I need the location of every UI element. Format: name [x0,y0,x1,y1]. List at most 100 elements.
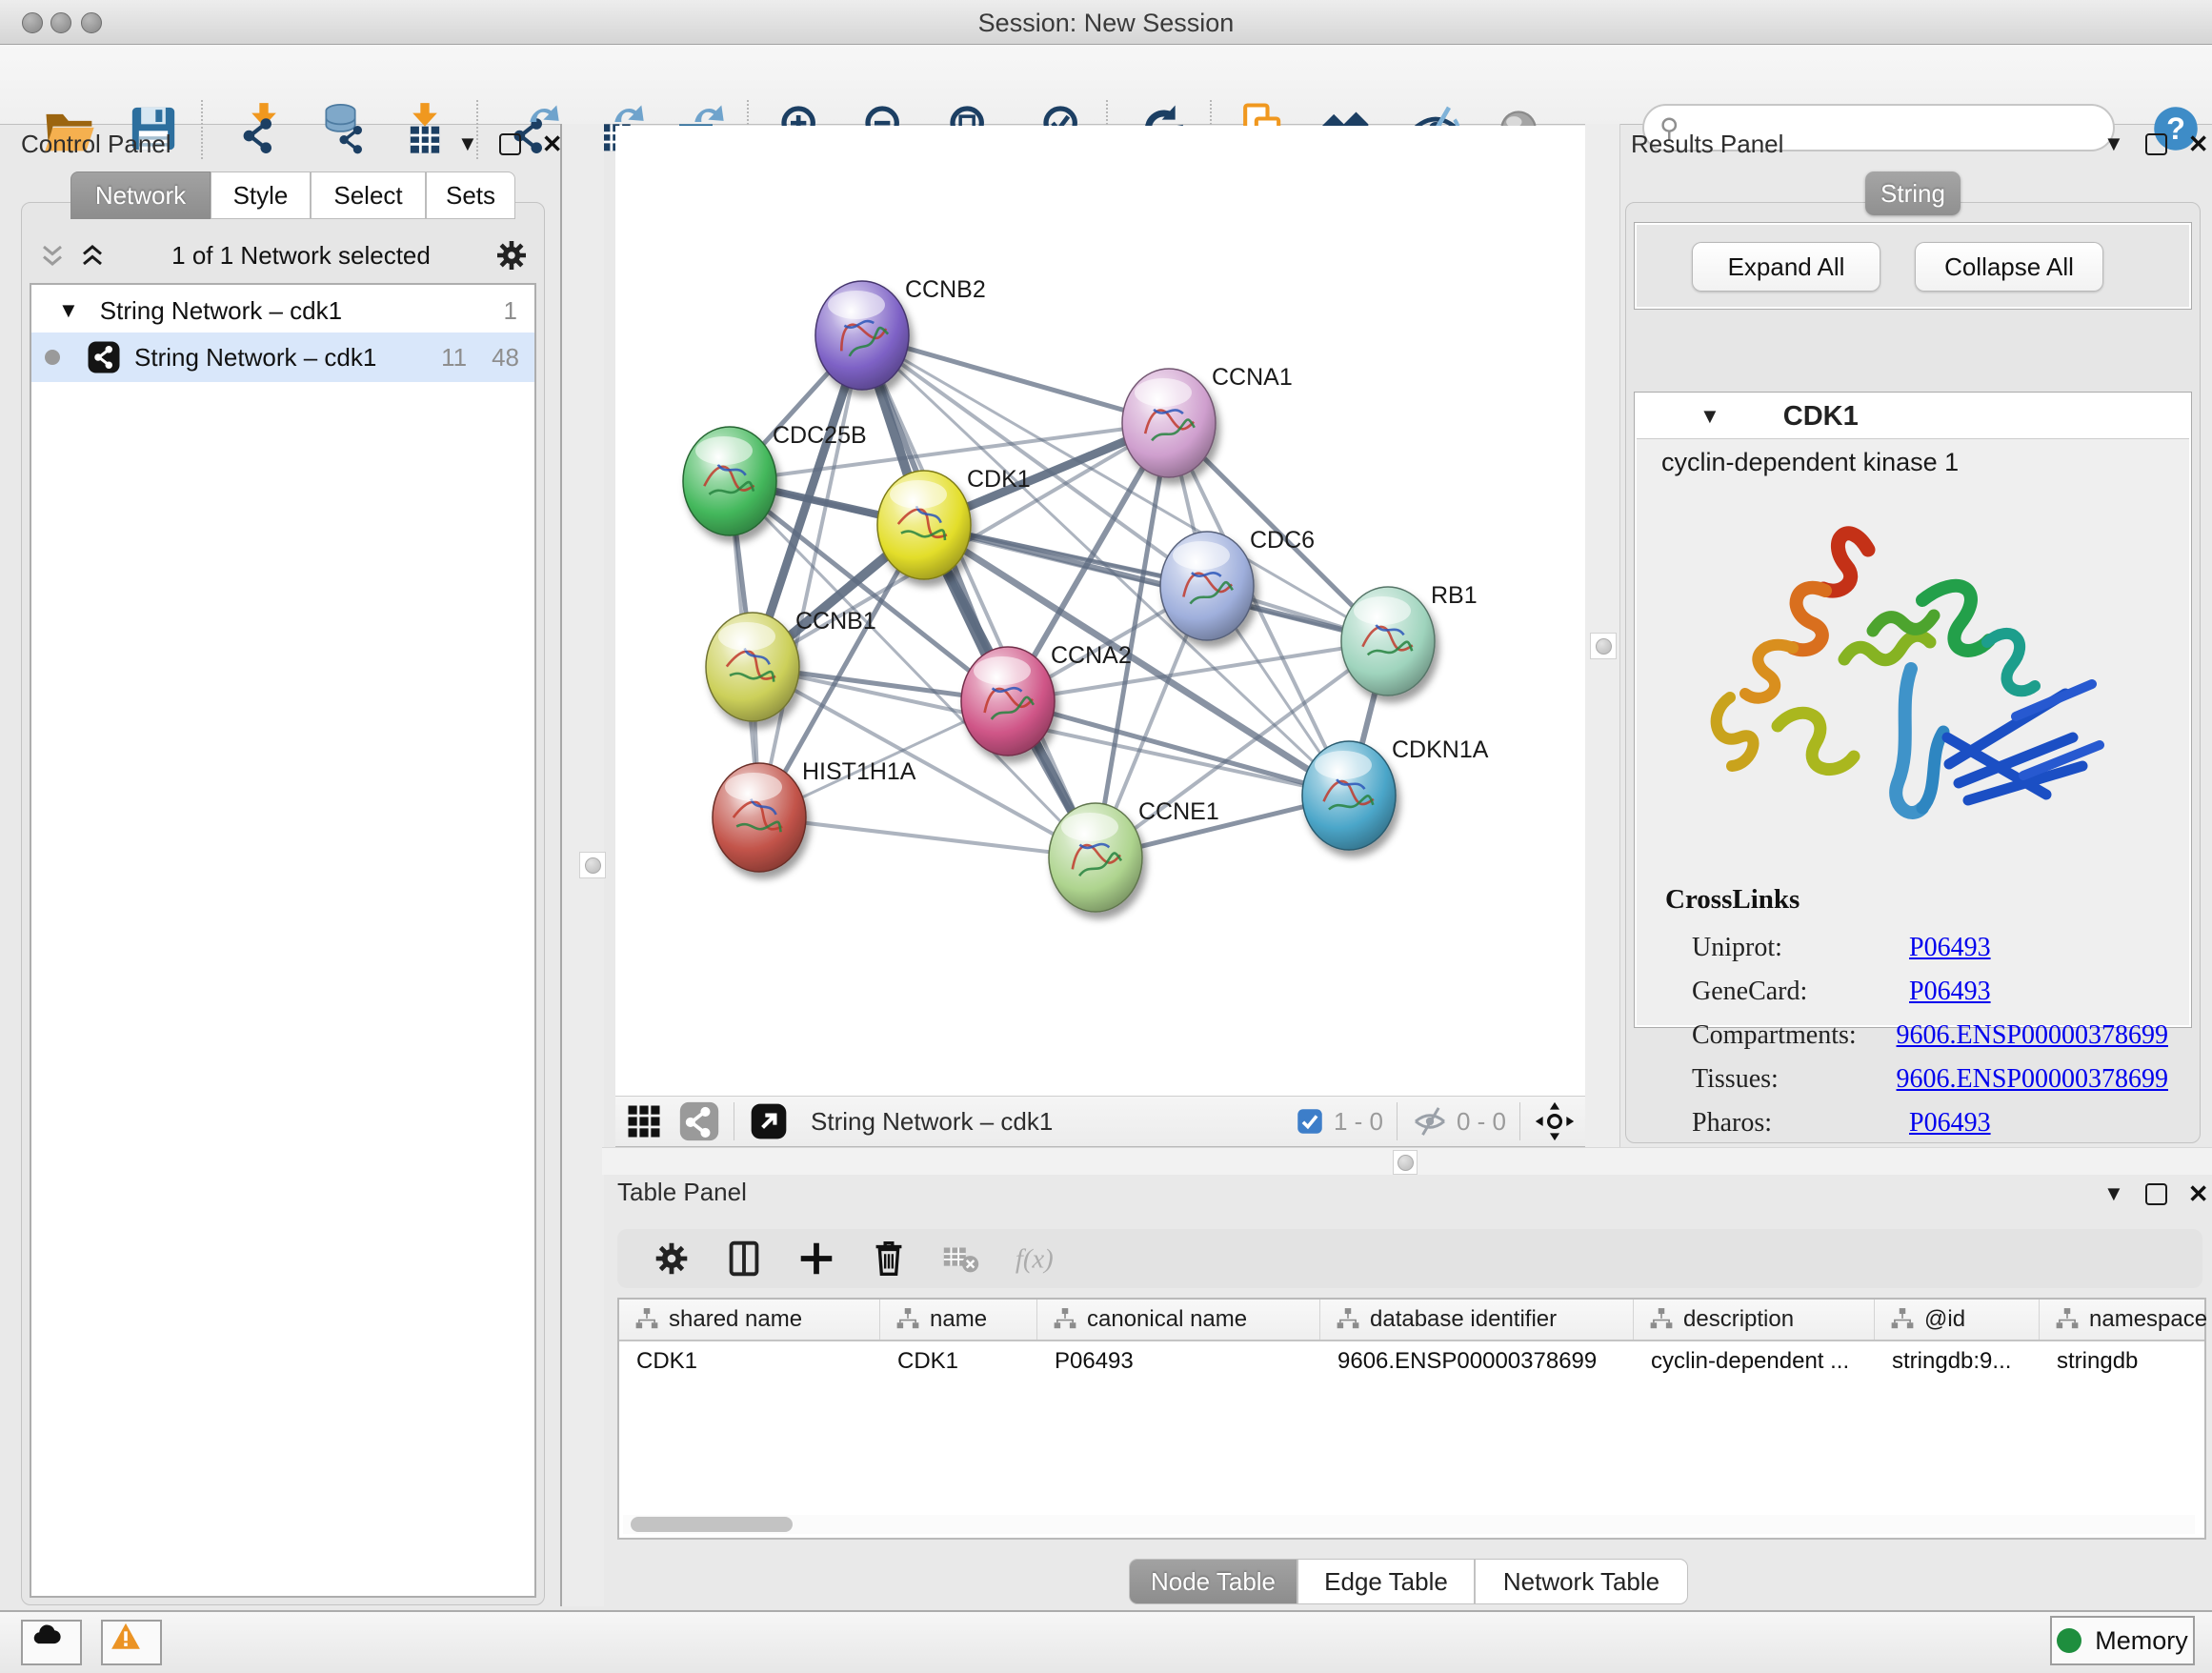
crosslink-value-link[interactable]: P06493 [1909,977,1991,1007]
network-view-title: String Network – cdk1 [811,1107,1053,1137]
tab-node-table[interactable]: Node Table [1129,1559,1297,1604]
function-builder-icon: f(x) [1012,1237,1056,1280]
collapse-panel-icon[interactable]: ▼ [2103,1183,2124,1204]
node-label: CCNB2 [905,276,986,303]
left-splitter[interactable] [560,124,604,1606]
delete-column-icon[interactable] [867,1237,911,1280]
tab-network-table[interactable]: Network Table [1475,1559,1688,1604]
network-node-ccnb1[interactable] [706,613,799,721]
network-node-cdc6[interactable] [1160,532,1254,640]
crosslink-value-link[interactable]: 9606.ENSP00000378699 [1897,1064,2168,1095]
column-header-canonical-name[interactable]: canonical name [1037,1300,1320,1340]
network-options-gear-icon[interactable] [493,236,531,274]
crosslink-value-link[interactable]: P06493 [1909,1108,1991,1139]
section-expander-icon[interactable]: ▼ [1699,404,1720,429]
right-splitter[interactable] [1585,124,1620,1147]
crosslink-row: Uniprot: P06493 [1692,926,2168,970]
tab-network[interactable]: Network [70,171,211,219]
control-panel-title: Control Panel [21,130,171,159]
create-column-icon[interactable] [794,1237,838,1280]
table-panel-title: Table Panel [617,1178,747,1207]
section-title: CDK1 [1783,401,1859,433]
horizontal-splitter-handle[interactable] [1393,1150,1418,1175]
results-panel: Results Panel ▼ ✕ String Expand All Coll… [1619,124,2206,1147]
control-panel-controls: ▼ ✕ [457,131,563,156]
tab-select[interactable]: Select [311,171,426,219]
detach-view-icon[interactable] [748,1100,790,1142]
crosslink-value-link[interactable]: P06493 [1909,933,1991,963]
expand-all-button[interactable]: Expand All [1692,242,1880,292]
network-row-selected[interactable]: String Network – cdk1 11 48 [31,333,534,382]
warnings-button[interactable] [101,1620,162,1665]
fit-content-crosshair-icon[interactable] [1534,1100,1576,1142]
collapse-panel-icon[interactable]: ▼ [2103,133,2124,154]
float-panel-icon[interactable] [499,133,521,155]
table-cell[interactable]: stringdb:9... [1875,1341,2040,1381]
network-node-rb1[interactable] [1341,587,1435,695]
table-cell[interactable]: CDK1 [619,1341,880,1381]
tree-expander-icon[interactable]: ▼ [58,298,79,323]
tab-string[interactable]: String [1865,171,1961,215]
column-header--id[interactable]: @id [1875,1300,2040,1340]
tab-edge-table[interactable]: Edge Table [1297,1559,1475,1604]
network-node-hist1h1a[interactable] [713,763,806,872]
collapse-all-networks-icon[interactable] [35,238,70,272]
cdk1-section-header[interactable]: ▼ CDK1 [1637,394,2189,439]
network-node-cdkn1a[interactable] [1302,741,1396,850]
node-label: CDC6 [1250,527,1315,554]
network-edge[interactable] [924,525,1388,641]
table-horizontal-scrollbar[interactable] [623,1515,2195,1534]
main-toolbar: ⚲ ? [0,45,2212,125]
memory-button[interactable]: Memory [2050,1616,2195,1665]
selected-checkbox-icon[interactable] [1294,1105,1326,1138]
node-label: CCNE1 [1138,798,1219,825]
table-row[interactable]: CDK1CDK1P064939606.ENSP00000378699cyclin… [619,1341,2204,1381]
close-panel-icon[interactable]: ✕ [2188,131,2209,156]
column-header-namespace[interactable]: namespace [2040,1300,2212,1340]
network-node-ccnb2[interactable] [815,281,909,390]
column-header-shared-name[interactable]: shared name [619,1300,880,1340]
birds-eye-view-icon[interactable] [623,1100,665,1142]
expand-collapse-box: Expand All Collapse All [1634,222,2192,310]
hidden-eye-icon[interactable] [1411,1102,1449,1140]
collapse-all-button[interactable]: Collapse All [1915,242,2103,292]
table-cell[interactable]: 9606.ENSP00000378699 [1320,1341,1634,1381]
table-panel: Table Panel ▼ ✕ f(x) shared namenamecano… [602,1174,2212,1606]
table-panel-controls: ▼ ✕ [2103,1181,2209,1206]
network-node-cdc25b[interactable] [683,427,776,535]
table-cell[interactable]: cyclin-dependent ... [1634,1341,1875,1381]
network-edge[interactable] [759,817,1096,857]
float-panel-icon[interactable] [2145,1183,2167,1205]
scrollbar-thumb[interactable] [631,1517,793,1532]
delete-table-icon [939,1237,983,1280]
cloud-status-button[interactable] [21,1620,82,1665]
memory-status-dot [2057,1628,2081,1653]
show-columns-icon[interactable] [722,1237,766,1280]
network-selection-row: 1 of 1 Network selected [35,235,531,275]
table-settings-icon[interactable] [650,1237,694,1280]
crosslink-row: GeneCard: P06493 [1692,970,2168,1014]
network-node-ccna1[interactable] [1122,369,1216,477]
network-node-ccne1[interactable] [1049,803,1142,912]
network-node-ccna2[interactable] [961,647,1055,756]
collapse-panel-icon[interactable]: ▼ [457,133,478,154]
horizontal-splitter[interactable] [602,1147,2212,1175]
right-splitter-handle[interactable] [1590,633,1617,659]
tab-sets[interactable]: Sets [426,171,515,219]
table-cell[interactable]: P06493 [1037,1341,1320,1381]
network-collection-row[interactable]: ▼ String Network – cdk1 1 [31,289,534,333]
table-cell[interactable]: CDK1 [880,1341,1037,1381]
network-node-cdk1[interactable] [877,471,971,579]
tab-style[interactable]: Style [211,171,311,219]
column-header-name[interactable]: name [880,1300,1037,1340]
column-header-description[interactable]: description [1634,1300,1875,1340]
expand-all-networks-icon[interactable] [75,238,110,272]
crosslink-value-link[interactable]: 9606.ENSP00000378699 [1897,1020,2168,1051]
column-header-database-identifier[interactable]: database identifier [1320,1300,1634,1340]
annotation-share-icon[interactable] [678,1100,720,1142]
left-splitter-handle[interactable] [579,852,606,878]
close-panel-icon[interactable]: ✕ [2188,1181,2209,1206]
table-cell[interactable]: stringdb [2040,1341,2212,1381]
float-panel-icon[interactable] [2145,133,2167,155]
network-canvas[interactable]: CCNB2CCNA1CDC25BCDK1CDC6RB1CCNB1CCNA2CDK… [615,126,1585,1096]
